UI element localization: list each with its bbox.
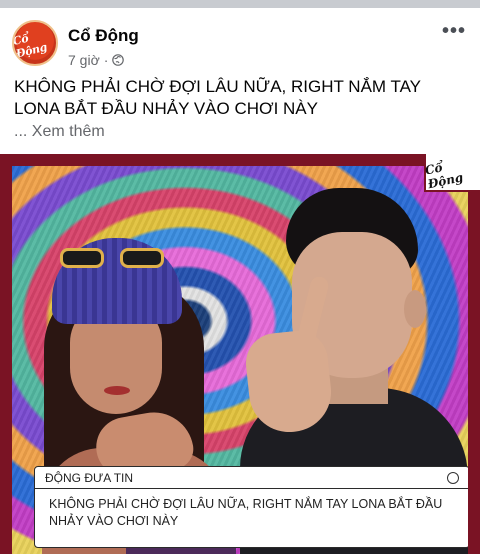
top-bar [0, 0, 480, 8]
news-card: ĐỘNG ĐƯA TIN KHÔNG PHẢI CHỜ ĐỢI LÂU NỮA,… [34, 466, 468, 548]
post-time[interactable]: 7 giờ [68, 52, 100, 68]
stamp-logo: Cổ Động [423, 160, 465, 192]
post-meta: 7 giờ · [68, 52, 125, 68]
photo: ĐỘNG ĐƯA TIN KHÔNG PHẢI CHỜ ĐỢI LÂU NỮA,… [12, 166, 468, 554]
post-caption: KHÔNG PHẢI CHỜ ĐỢI LÂU NỮA, RIGHT NẮM TA… [14, 77, 421, 118]
page-name[interactable]: Cổ Động [68, 26, 139, 46]
post-header: Cổ Động Cổ Động 7 giờ · ••• [0, 18, 480, 70]
post-image[interactable]: ĐỘNG ĐƯA TIN KHÔNG PHẢI CHỜ ĐỢI LÂU NỮA,… [0, 154, 480, 554]
see-more-link[interactable]: ... Xem thêm [14, 123, 105, 141]
card-header: ĐỘNG ĐƯA TIN [35, 467, 468, 489]
circle-icon [447, 471, 459, 484]
meta-separator: · [103, 52, 109, 68]
avatar-logo: Cổ Động [12, 31, 49, 61]
card-text: KHÔNG PHẢI CHỜ ĐỢI LÂU NỮA, RIGHT NẮM TA… [49, 497, 443, 528]
card-label: ĐỘNG ĐƯA TIN [45, 470, 134, 485]
brand-stamp: Cổ Động [424, 154, 480, 192]
more-options-icon[interactable]: ••• [442, 21, 466, 41]
globe-icon [112, 54, 125, 66]
page-avatar[interactable]: Cổ Động [12, 20, 58, 66]
